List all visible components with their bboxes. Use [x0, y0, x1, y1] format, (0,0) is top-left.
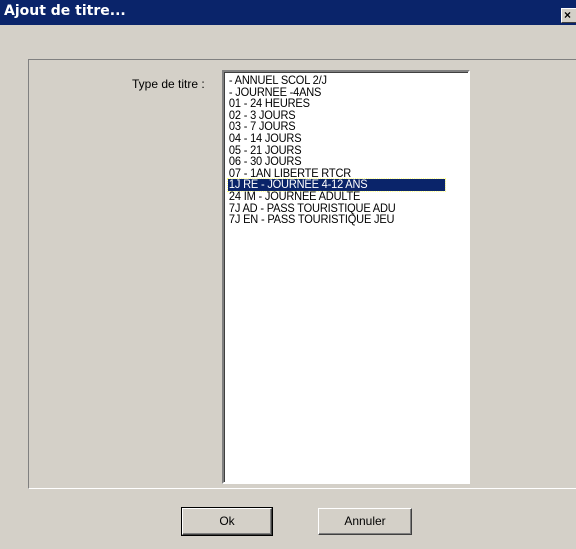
close-icon: ×: [564, 8, 572, 22]
title-type-listbox[interactable]: - ANNUEL SCOL 2/J - JOURNEE -4ANS 01 - 24…: [222, 70, 470, 484]
title-bar[interactable]: Ajout de titre... ×: [0, 0, 576, 25]
close-button[interactable]: ×: [561, 8, 576, 23]
cancel-button[interactable]: Annuler: [318, 508, 412, 535]
title-type-list: - ANNUEL SCOL 2/J - JOURNEE -4ANS 01 - 24…: [227, 74, 464, 226]
window-title: Ajout de titre...: [4, 3, 126, 19]
type-label: Type de titre :: [132, 77, 205, 91]
dialog-window: Ajout de titre... × Type de titre : - AN…: [0, 0, 576, 549]
ok-button[interactable]: Ok: [181, 507, 273, 536]
list-item[interactable]: 7J EN - PASS TOURISTIQUE JEU: [228, 213, 445, 226]
